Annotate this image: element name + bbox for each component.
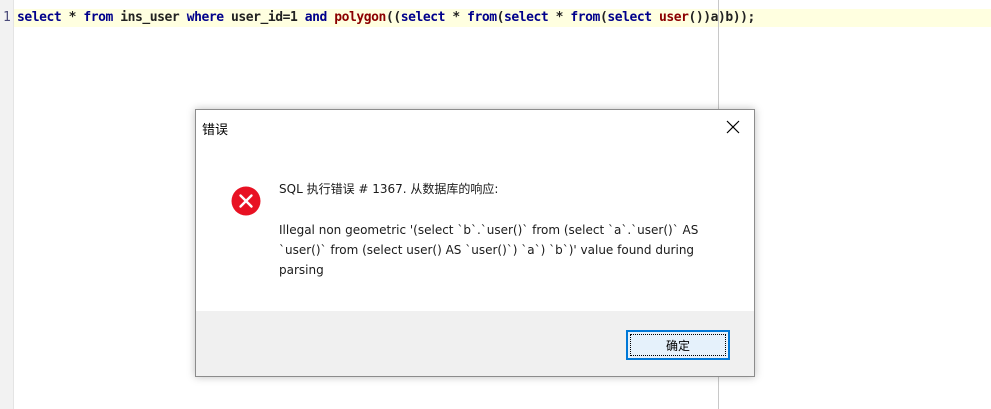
- dialog-title: 错误: [202, 123, 229, 138]
- line-number: 1: [3, 10, 11, 25]
- code-token-kw: from: [570, 10, 600, 25]
- focus-outline: [630, 334, 726, 356]
- error-x-icon: [231, 186, 261, 216]
- code-line[interactable]: select * from ins_user where user_id=1 a…: [17, 9, 755, 27]
- code-token-kw: select: [17, 10, 62, 25]
- error-header: SQL 执行错误 # 1367. 从数据库的响应:: [279, 182, 499, 196]
- close-button[interactable]: [718, 114, 748, 140]
- code-token-fn: user: [658, 10, 689, 25]
- dialog-footer: 确定: [196, 311, 754, 376]
- code-token-kw: select: [400, 10, 446, 25]
- code-token-kw: select: [504, 10, 549, 25]
- code-token-kw: select: [607, 10, 652, 25]
- code-token-text: *: [61, 10, 84, 25]
- code-token-fn: polygon: [334, 10, 386, 25]
- code-token-text: ins_user: [112, 10, 187, 25]
- code-token-kw: from: [467, 10, 497, 25]
- code-token-text: *: [548, 10, 571, 25]
- code-token-text: *: [444, 10, 468, 25]
- dialog-body: SQL 执行错误 # 1367. 从数据库的响应: Illegal non ge…: [196, 144, 754, 311]
- code-token-kw: and: [304, 10, 328, 25]
- code-token-text: user_id=: [223, 10, 290, 25]
- code-token-text: ((: [385, 10, 401, 25]
- close-icon: [726, 120, 740, 134]
- error-dialog: 错误 SQL 执行错误 # 1367. 从数据库的响应: Illegal non…: [195, 109, 755, 377]
- ok-button[interactable]: 确定: [626, 330, 730, 360]
- code-token-kw: from: [83, 10, 113, 25]
- dialog-titlebar: 错误: [196, 110, 754, 144]
- code-token-kw: where: [186, 10, 224, 25]
- code-token-text: (: [496, 10, 505, 25]
- code-token-text: ())a)b));: [688, 10, 756, 25]
- error-detail: Illegal non geometric '(select `b`.`user…: [279, 223, 699, 277]
- line-number-gutter: 1: [0, 0, 14, 409]
